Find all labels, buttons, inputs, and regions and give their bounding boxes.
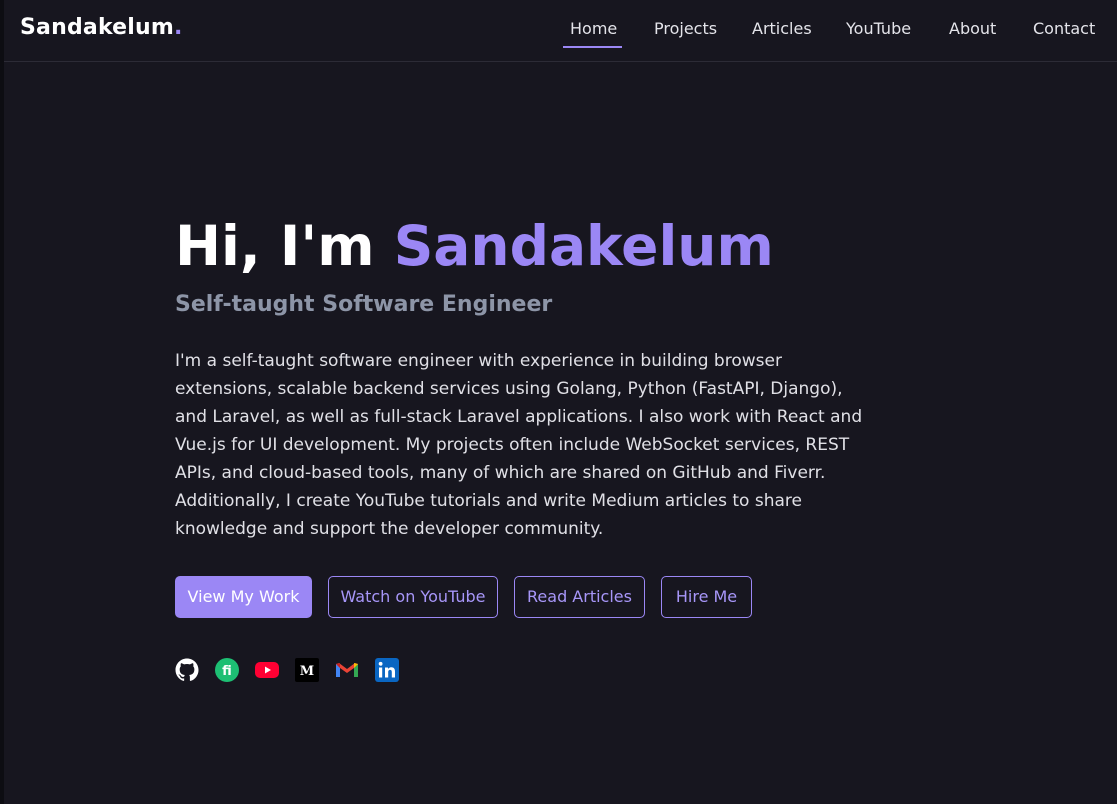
hero-title: Hi, I'm Sandakelum — [175, 208, 875, 284]
read-articles-button[interactable]: Read Articles — [514, 576, 645, 618]
hero-greeting: Hi, I'm — [175, 214, 394, 278]
hero-bio: I'm a self-taught software engineer with… — [175, 351, 863, 539]
nav-item-contact[interactable]: Contact — [1033, 19, 1095, 38]
svg-text:M: M — [300, 664, 314, 679]
gmail-icon[interactable] — [335, 658, 359, 682]
svg-text:fi: fi — [222, 664, 232, 679]
nav-active-indicator — [563, 46, 622, 48]
medium-icon[interactable]: M — [295, 658, 319, 682]
hero-subtitle: Self-taught Software Engineer — [175, 292, 553, 317]
nav-item-articles[interactable]: Articles — [752, 19, 812, 38]
nav-links: Home Projects Articles YouTube About Con… — [4, 0, 1117, 62]
navbar: Sandakelum. Home Projects Articles YouTu… — [4, 0, 1117, 62]
hero-name: Sandakelum — [393, 214, 774, 278]
watch-on-youtube-button[interactable]: Watch on YouTube — [328, 576, 498, 618]
fiverr-icon[interactable]: fi — [215, 658, 239, 682]
linkedin-icon[interactable] — [375, 658, 399, 682]
nav-item-youtube[interactable]: YouTube — [846, 19, 911, 38]
view-my-work-button[interactable]: View My Work — [175, 576, 312, 618]
nav-item-about[interactable]: About — [949, 19, 996, 38]
page: Sandakelum. Home Projects Articles YouTu… — [4, 0, 1117, 804]
hire-me-button[interactable]: Hire Me — [661, 576, 752, 618]
nav-item-projects[interactable]: Projects — [654, 19, 717, 38]
hero-section: Hi, I'm Sandakelum Self-taught Software … — [175, 208, 875, 543]
github-icon[interactable] — [175, 658, 199, 682]
nav-item-home[interactable]: Home — [570, 19, 617, 38]
youtube-icon[interactable] — [255, 658, 279, 682]
